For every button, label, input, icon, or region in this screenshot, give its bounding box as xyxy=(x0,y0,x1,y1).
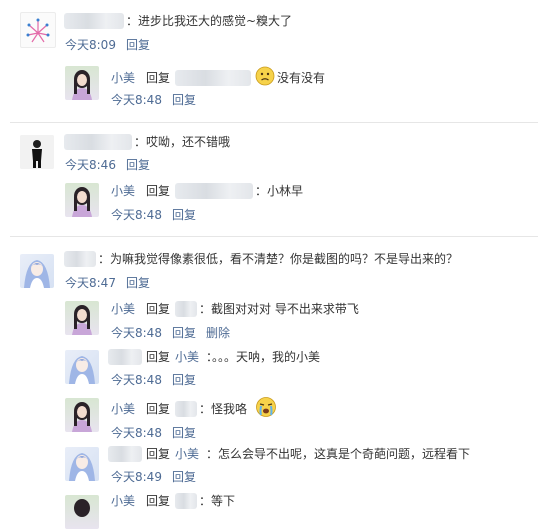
reply-meta: 今天8:48 回复 xyxy=(111,372,206,388)
reply-author-blurred[interactable] xyxy=(108,446,142,462)
reply-text: ：怪我咯 xyxy=(199,402,248,416)
reply-target-blurred[interactable] xyxy=(175,301,197,317)
avatar[interactable] xyxy=(20,12,56,48)
reply-text: ：。。。天呐，我的小美 xyxy=(206,350,321,364)
reply-meta: 今天8:48 回复 xyxy=(111,425,206,441)
girl-avatar-icon xyxy=(65,495,99,529)
dandelion-avatar-icon xyxy=(26,18,50,43)
avatar[interactable] xyxy=(65,66,99,100)
reply-author[interactable]: 小美 xyxy=(111,401,135,417)
girl-avatar-icon xyxy=(65,183,99,217)
reply-meta: 今天8:48 回复 删除 xyxy=(111,325,240,341)
reply-target[interactable]: 小美 xyxy=(175,349,199,365)
reply-button[interactable]: 回复 xyxy=(172,93,196,107)
girl-avatar-icon xyxy=(65,66,99,100)
reply-word: 回复 xyxy=(146,350,171,364)
comment-time: 今天8:09 xyxy=(65,38,116,52)
reply-target-blurred[interactable] xyxy=(175,183,253,199)
avatar[interactable] xyxy=(65,301,99,335)
reply-text: ：等下 xyxy=(199,494,236,508)
comment-meta: 今天8:47 回复 xyxy=(65,275,160,291)
comment-text: ：进步比我还大的感觉~糗大了 xyxy=(126,14,293,28)
girl-avatar-icon xyxy=(65,398,99,432)
reply-meta: 今天8:48 回复 xyxy=(111,207,206,223)
avatar[interactable] xyxy=(65,183,99,217)
reply-time: 今天8:48 xyxy=(111,326,162,340)
reply-text: 没有没有 xyxy=(277,71,326,85)
comment-meta: 今天8:09 回复 xyxy=(65,37,160,53)
reply-author-blurred[interactable] xyxy=(108,349,142,365)
reply-target[interactable]: 小美 xyxy=(175,446,199,462)
reply-time: 今天8:48 xyxy=(111,208,162,222)
avatar[interactable] xyxy=(65,350,99,384)
avatar[interactable] xyxy=(65,495,99,529)
comment-text: ：哎呦，还不错哦 xyxy=(134,135,231,149)
crying-face-icon xyxy=(256,397,276,417)
reply-word: 回复 xyxy=(146,302,171,316)
reply-button[interactable]: 回复 xyxy=(126,38,150,52)
avatar[interactable] xyxy=(20,135,54,169)
person-silhouette-avatar-icon xyxy=(20,135,54,169)
reply-button[interactable]: 回复 xyxy=(172,426,196,440)
reply-meta: 今天8:48 回复 xyxy=(111,92,206,108)
anime-girl-avatar-icon xyxy=(20,254,54,288)
avatar[interactable] xyxy=(65,398,99,432)
divider xyxy=(10,236,538,237)
reply-word: 回复 xyxy=(146,447,171,461)
reply-text: ：怎么会导不出呢，这真是个奇葩问题，远程看下 xyxy=(206,447,471,461)
username-blurred[interactable] xyxy=(64,251,96,267)
comment-time: 今天8:47 xyxy=(65,276,116,290)
reply-time: 今天8:48 xyxy=(111,373,162,387)
avatar[interactable] xyxy=(65,447,99,481)
comment-time: 今天8:46 xyxy=(65,158,116,172)
reply-button[interactable]: 回复 xyxy=(172,326,196,340)
reply-target-blurred[interactable] xyxy=(175,493,197,509)
reply-word: 回复 xyxy=(146,494,171,508)
reply-time: 今天8:48 xyxy=(111,93,162,107)
reply-time: 今天8:49 xyxy=(111,470,162,484)
girl-avatar-icon xyxy=(65,301,99,335)
reply-author[interactable]: 小美 xyxy=(111,493,135,509)
reply-button[interactable]: 回复 xyxy=(172,208,196,222)
reply-word: 回复 xyxy=(146,402,171,416)
reply-text: ：小林早 xyxy=(255,184,304,198)
delete-button[interactable]: 删除 xyxy=(206,326,230,340)
anime-girl-avatar-icon xyxy=(65,350,99,384)
username-blurred[interactable] xyxy=(64,134,132,150)
reply-word: 回复 xyxy=(146,184,171,198)
reply-button[interactable]: 回复 xyxy=(126,158,150,172)
worried-face-icon xyxy=(255,66,275,86)
reply-button[interactable]: 回复 xyxy=(172,373,196,387)
avatar[interactable] xyxy=(20,254,54,288)
divider xyxy=(10,122,538,123)
reply-author[interactable]: 小美 xyxy=(111,301,135,317)
reply-meta: 今天8:49 回复 xyxy=(111,469,206,485)
reply-button[interactable]: 回复 xyxy=(126,276,150,290)
comment-meta: 今天8:46 回复 xyxy=(65,157,160,173)
username-blurred[interactable] xyxy=(64,13,124,29)
reply-author[interactable]: 小美 xyxy=(111,183,135,199)
comment-text: ：为嘛我觉得像素很低，看不清楚？你是截图的吗？不是导出来的？ xyxy=(98,252,459,266)
anime-girl-avatar-icon xyxy=(65,447,99,481)
reply-time: 今天8:48 xyxy=(111,426,162,440)
reply-text: ：截图对对对 导不出来求带飞 xyxy=(199,302,359,316)
reply-word: 回复 xyxy=(146,71,171,85)
reply-button[interactable]: 回复 xyxy=(172,470,196,484)
reply-target-blurred[interactable] xyxy=(175,70,251,86)
reply-author[interactable]: 小美 xyxy=(111,70,135,86)
reply-target-blurred[interactable] xyxy=(175,401,197,417)
